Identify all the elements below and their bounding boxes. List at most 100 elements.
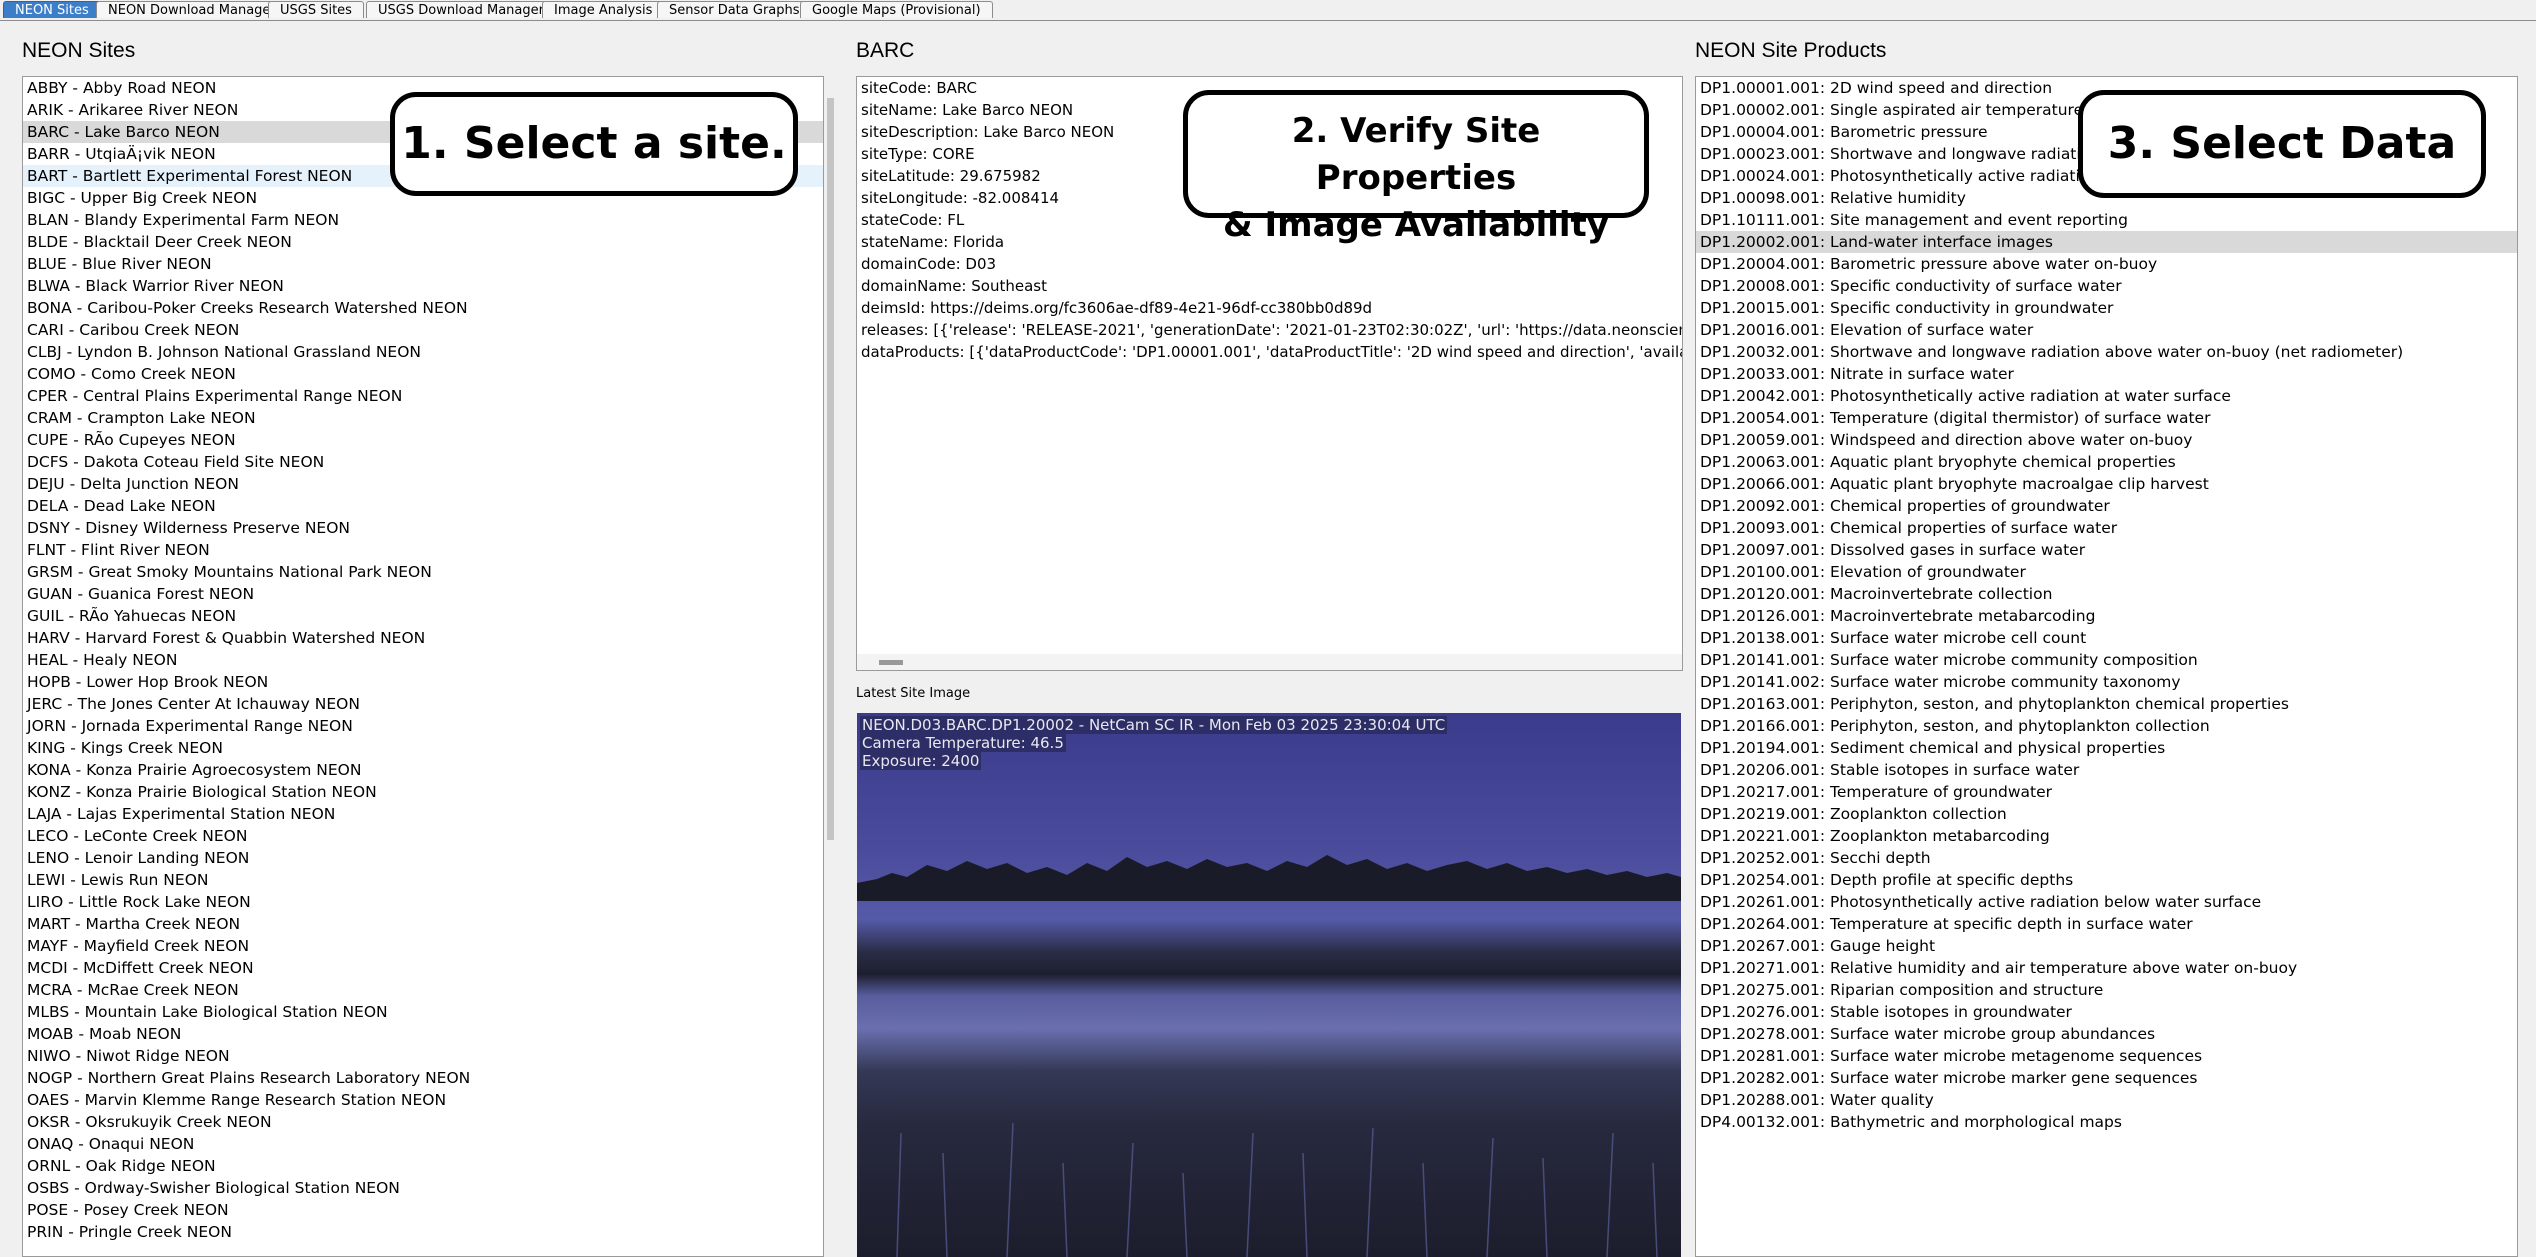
tab-neon-sites[interactable]: NEON Sites — [3, 1, 101, 18]
product-list-item[interactable]: DP1.20016.001: Elevation of surface wate… — [1696, 319, 2517, 341]
product-list-item[interactable]: DP1.20042.001: Photosynthetically active… — [1696, 385, 2517, 407]
tab-usgs-download-manager[interactable]: USGS Download Manager — [366, 1, 556, 18]
site-list-item[interactable]: GRSM - Great Smoky Mountains National Pa… — [23, 561, 823, 583]
site-list-item[interactable]: JORN - Jornada Experimental Range NEON — [23, 715, 823, 737]
product-list-item[interactable]: DP1.20221.001: Zooplankton metabarcoding — [1696, 825, 2517, 847]
product-list-item[interactable]: DP1.20059.001: Windspeed and direction a… — [1696, 429, 2517, 451]
site-list-item[interactable]: BLDE - Blacktail Deer Creek NEON — [23, 231, 823, 253]
sites-scrollbar[interactable] — [824, 76, 838, 1257]
site-list-item[interactable]: COMO - Como Creek NEON — [23, 363, 823, 385]
product-list-item[interactable]: DP1.20288.001: Water quality — [1696, 1089, 2517, 1111]
sites-scrollbar-thumb[interactable] — [827, 98, 834, 840]
product-list-item[interactable]: DP1.20138.001: Surface water microbe cel… — [1696, 627, 2517, 649]
product-list-item[interactable]: DP1.20100.001: Elevation of groundwater — [1696, 561, 2517, 583]
site-list-item[interactable]: POSE - Posey Creek NEON — [23, 1199, 823, 1221]
site-list-item[interactable]: MAYF - Mayfield Creek NEON — [23, 935, 823, 957]
product-list-item[interactable]: DP1.20066.001: Aquatic plant bryophyte m… — [1696, 473, 2517, 495]
product-list-item[interactable]: DP1.20163.001: Periphyton, seston, and p… — [1696, 693, 2517, 715]
site-list-item[interactable]: LECO - LeConte Creek NEON — [23, 825, 823, 847]
site-list-item[interactable]: MART - Martha Creek NEON — [23, 913, 823, 935]
product-list-item[interactable]: DP1.20276.001: Stable isotopes in ground… — [1696, 1001, 2517, 1023]
site-list-item[interactable]: NIWO - Niwot Ridge NEON — [23, 1045, 823, 1067]
site-list-item[interactable]: BLWA - Black Warrior River NEON — [23, 275, 823, 297]
product-list-item[interactable]: DP1.20254.001: Depth profile at specific… — [1696, 869, 2517, 891]
product-list-item[interactable]: DP1.20275.001: Riparian composition and … — [1696, 979, 2517, 1001]
product-list-item[interactable]: DP1.20278.001: Surface water microbe gro… — [1696, 1023, 2517, 1045]
site-list-item[interactable]: OKSR - Oksrukuyik Creek NEON — [23, 1111, 823, 1133]
site-list-item[interactable]: DEJU - Delta Junction NEON — [23, 473, 823, 495]
product-list-item[interactable]: DP1.20206.001: Stable isotopes in surfac… — [1696, 759, 2517, 781]
tab-sensor-data-graphs[interactable]: Sensor Data Graphs — [657, 1, 812, 18]
site-list-item[interactable]: MLBS - Mountain Lake Biological Station … — [23, 1001, 823, 1023]
site-list-item[interactable]: FLNT - Flint River NEON — [23, 539, 823, 561]
site-list-item[interactable]: KONZ - Konza Prairie Biological Station … — [23, 781, 823, 803]
product-list-item[interactable]: DP1.20141.002: Surface water microbe com… — [1696, 671, 2517, 693]
product-list-item[interactable]: DP1.20281.001: Surface water microbe met… — [1696, 1045, 2517, 1067]
site-list-item[interactable]: HEAL - Healy NEON — [23, 649, 823, 671]
product-list-item[interactable]: DP1.20282.001: Surface water microbe mar… — [1696, 1067, 2517, 1089]
product-list-item[interactable]: DP1.20219.001: Zooplankton collection — [1696, 803, 2517, 825]
site-list-item[interactable]: DCFS - Dakota Coteau Field Site NEON — [23, 451, 823, 473]
site-list-item[interactable]: CUPE - RÃo Cupeyes NEON — [23, 429, 823, 451]
products-listbox[interactable]: DP1.00001.001: 2D wind speed and directi… — [1695, 76, 2518, 1257]
product-list-item[interactable]: DP1.20093.001: Chemical properties of su… — [1696, 517, 2517, 539]
site-list-item[interactable]: OSBS - Ordway-Swisher Biological Station… — [23, 1177, 823, 1199]
site-list-item[interactable]: CPER - Central Plains Experimental Range… — [23, 385, 823, 407]
site-list-item[interactable]: CARI - Caribou Creek NEON — [23, 319, 823, 341]
sites-listbox[interactable]: ABBY - Abby Road NEON ARIK - Arikaree Riv… — [22, 76, 824, 1257]
site-list-item[interactable]: BONA - Caribou-Poker Creeks Research Wat… — [23, 297, 823, 319]
product-list-item[interactable]: DP1.20141.001: Surface water microbe com… — [1696, 649, 2517, 671]
product-list-item[interactable]: DP1.20252.001: Secchi depth — [1696, 847, 2517, 869]
product-list-item[interactable]: DP1.20063.001: Aquatic plant bryophyte c… — [1696, 451, 2517, 473]
site-list-item[interactable]: HOPB - Lower Hop Brook NEON — [23, 671, 823, 693]
product-list-item[interactable]: DP1.20261.001: Photosynthetically active… — [1696, 891, 2517, 913]
site-list-item[interactable]: DSNY - Disney Wilderness Preserve NEON — [23, 517, 823, 539]
site-list-item[interactable]: PRIN - Pringle Creek NEON — [23, 1221, 823, 1243]
tab-google-maps[interactable]: Google Maps (Provisional) — [800, 1, 993, 18]
site-list-item[interactable]: OAES - Marvin Klemme Range Research Stat… — [23, 1089, 823, 1111]
product-list-item[interactable]: DP1.20015.001: Specific conductivity in … — [1696, 297, 2517, 319]
product-list-item[interactable]: DP1.20054.001: Temperature (digital ther… — [1696, 407, 2517, 429]
site-list-item[interactable]: GUIL - RÃo Yahuecas NEON — [23, 605, 823, 627]
site-list-item[interactable]: BLUE - Blue River NEON — [23, 253, 823, 275]
product-list-item[interactable]: DP1.20002.001: Land-water interface imag… — [1696, 231, 2517, 253]
properties-hscroll-thumb[interactable] — [879, 660, 903, 665]
site-list-item[interactable]: MCDI - McDiffett Creek NEON — [23, 957, 823, 979]
site-list-item[interactable]: LIRO - Little Rock Lake NEON — [23, 891, 823, 913]
product-list-item[interactable]: DP1.20194.001: Sediment chemical and phy… — [1696, 737, 2517, 759]
site-list-item[interactable]: KONA - Konza Prairie Agroecosystem NEON — [23, 759, 823, 781]
product-list-item[interactable]: DP1.20032.001: Shortwave and longwave ra… — [1696, 341, 2517, 363]
product-list-item[interactable]: DP1.20166.001: Periphyton, seston, and p… — [1696, 715, 2517, 737]
product-list-item[interactable]: DP1.20264.001: Temperature at specific d… — [1696, 913, 2517, 935]
product-list-item[interactable]: DP1.20008.001: Specific conductivity of … — [1696, 275, 2517, 297]
site-list-item[interactable]: LEWI - Lewis Run NEON — [23, 869, 823, 891]
site-list-item[interactable]: CRAM - Crampton Lake NEON — [23, 407, 823, 429]
tab-image-analysis[interactable]: Image Analysis — [542, 1, 665, 18]
product-list-item[interactable]: DP1.20120.001: Macroinvertebrate collect… — [1696, 583, 2517, 605]
site-list-item[interactable]: MOAB - Moab NEON — [23, 1023, 823, 1045]
site-list-item[interactable]: MCRA - McRae Creek NEON — [23, 979, 823, 1001]
tab-neon-download-manager[interactable]: NEON Download Manager — [96, 1, 288, 18]
product-list-item[interactable]: DP4.00132.001: Bathymetric and morpholog… — [1696, 1111, 2517, 1133]
properties-hscrollbar[interactable] — [857, 654, 1682, 670]
site-list-item[interactable]: DELA - Dead Lake NEON — [23, 495, 823, 517]
site-list-item[interactable]: JERC - The Jones Center At Ichauway NEON — [23, 693, 823, 715]
site-list-item[interactable]: BLAN - Blandy Experimental Farm NEON — [23, 209, 823, 231]
site-list-item[interactable]: ONAQ - Onaqui NEON — [23, 1133, 823, 1155]
site-list-item[interactable]: GUAN - Guanica Forest NEON — [23, 583, 823, 605]
product-list-item[interactable]: DP1.20126.001: Macroinvertebrate metabar… — [1696, 605, 2517, 627]
site-list-item[interactable]: NOGP - Northern Great Plains Research La… — [23, 1067, 823, 1089]
tab-usgs-sites[interactable]: USGS Sites — [268, 1, 364, 18]
product-list-item[interactable]: DP1.20267.001: Gauge height — [1696, 935, 2517, 957]
site-list-item[interactable]: CLBJ - Lyndon B. Johnson National Grassl… — [23, 341, 823, 363]
product-list-item[interactable]: DP1.20092.001: Chemical properties of gr… — [1696, 495, 2517, 517]
product-list-item[interactable]: DP1.20217.001: Temperature of groundwate… — [1696, 781, 2517, 803]
product-list-item[interactable]: DP1.10111.001: Site management and event… — [1696, 209, 2517, 231]
product-list-item[interactable]: DP1.20271.001: Relative humidity and air… — [1696, 957, 2517, 979]
product-list-item[interactable]: DP1.20033.001: Nitrate in surface water — [1696, 363, 2517, 385]
product-list-item[interactable]: DP1.20097.001: Dissolved gases in surfac… — [1696, 539, 2517, 561]
site-list-item[interactable]: LAJA - Lajas Experimental Station NEON — [23, 803, 823, 825]
site-list-item[interactable]: LENO - Lenoir Landing NEON — [23, 847, 823, 869]
site-list-item[interactable]: ORNL - Oak Ridge NEON — [23, 1155, 823, 1177]
site-list-item[interactable]: KING - Kings Creek NEON — [23, 737, 823, 759]
